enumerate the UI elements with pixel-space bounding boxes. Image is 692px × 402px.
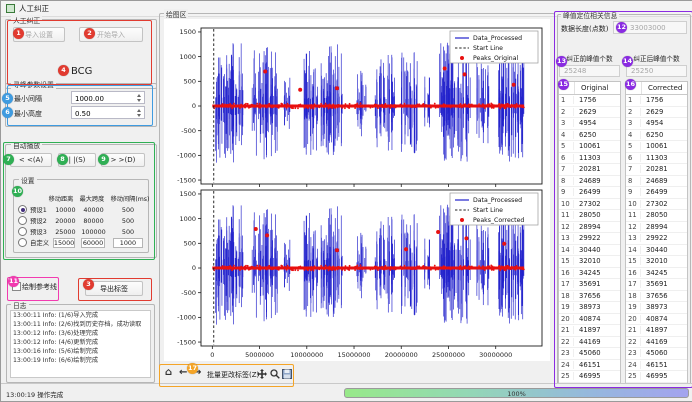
svg-text:Data_Processed: Data_Processed — [473, 35, 522, 42]
zoom-icon[interactable] — [270, 369, 280, 379]
svg-text:-1000: -1000 — [177, 314, 196, 322]
svg-text:15000000: 15000000 — [337, 351, 370, 359]
badge-4: 4 — [58, 65, 69, 76]
svg-text:Start Line: Start Line — [473, 207, 503, 214]
svg-text:-1000: -1000 — [177, 152, 196, 160]
manual-group-title: 人工纠正 — [11, 15, 42, 25]
svg-text:Peaks_Original: Peaks_Original — [473, 55, 519, 62]
svg-text:Peaks_Corrected: Peaks_Corrected — [473, 217, 524, 224]
save-icon[interactable] — [282, 369, 292, 379]
svg-text:10000000: 10000000 — [290, 351, 323, 359]
badge-13: 13 — [556, 56, 567, 67]
svg-text:500: 500 — [184, 78, 196, 86]
app-window: 人工纠正 人工纠正 导入设置 开始导入 BCG 寻峰参数设置 最小间隔 1000… — [0, 0, 692, 402]
pan-icon[interactable] — [257, 369, 267, 379]
badge-5: 5 — [2, 93, 13, 104]
badge-12: 12 — [616, 22, 627, 33]
badge-17: 17 — [187, 363, 198, 374]
autoplay-title: 自动播放 — [11, 140, 42, 150]
svg-text:0: 0 — [192, 102, 196, 110]
badge-9: 9 — [98, 154, 109, 165]
settings-title: 设置 — [19, 175, 37, 185]
badge-1: 1 — [13, 28, 24, 39]
badge-15: 15 — [558, 79, 569, 90]
svg-text:-1500: -1500 — [177, 338, 196, 346]
svg-text:1500: 1500 — [179, 190, 196, 198]
peak-params-title: 寻峰参数设置 — [11, 79, 56, 89]
svg-text:30000000: 30000000 — [479, 351, 512, 359]
svg-text:25000000: 25000000 — [432, 351, 465, 359]
badge-7: 7 — [3, 154, 14, 165]
badge-2: 2 — [84, 28, 95, 39]
badge-3: 3 — [83, 279, 94, 290]
peak-info-title: 峰值定位相关信息 — [561, 10, 619, 20]
badge-6: 6 — [2, 107, 13, 118]
svg-text:Data_Processed: Data_Processed — [473, 197, 522, 204]
log-title: 日志 — [11, 300, 29, 310]
badge-10: 10 — [12, 186, 23, 197]
svg-text:20000000: 20000000 — [385, 351, 418, 359]
svg-text:0: 0 — [192, 264, 196, 272]
badge-14: 14 — [622, 56, 633, 67]
svg-text:-1500: -1500 — [177, 176, 196, 184]
plot-canvas[interactable]: 150010005000-500-1000-1500Data_Processed… — [1, 1, 692, 401]
badge-16: 16 — [625, 79, 636, 90]
badge-11: 11 — [8, 276, 19, 287]
svg-text:-500: -500 — [181, 127, 196, 135]
svg-text:1500: 1500 — [179, 28, 196, 36]
svg-text:1000: 1000 — [179, 215, 196, 223]
plot-area-title: 绘图区 — [164, 9, 188, 19]
svg-text:5000000: 5000000 — [245, 351, 274, 359]
svg-text:1000: 1000 — [179, 53, 196, 61]
svg-text:500: 500 — [184, 240, 196, 248]
svg-text:Start Line: Start Line — [473, 45, 503, 52]
svg-text:0: 0 — [210, 351, 214, 359]
badge-8: 8 — [57, 154, 68, 165]
status-text: 13:00:19 操作完成 — [6, 389, 63, 399]
svg-text:-500: -500 — [181, 289, 196, 297]
